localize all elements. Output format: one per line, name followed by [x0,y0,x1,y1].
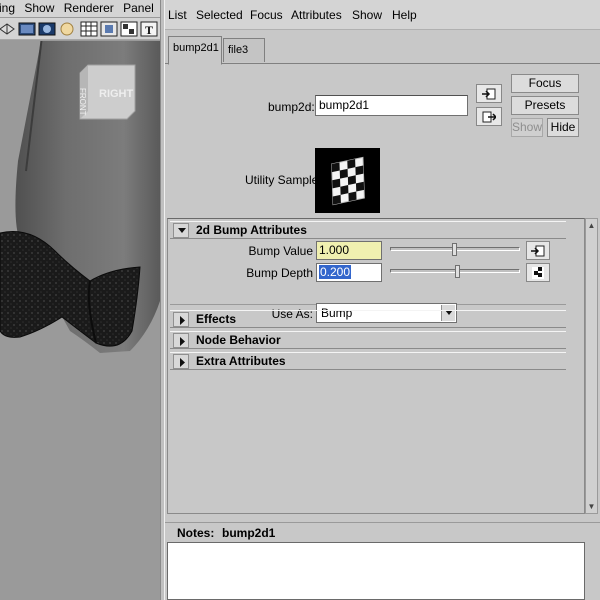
scroll-down-icon[interactable]: ▼ [586,502,597,511]
shaded-icon[interactable] [18,21,36,37]
focus-button[interactable]: Focus [511,74,579,93]
3d-scene[interactable]: RIGHT FRONT [0,41,160,600]
connected-input-icon [531,245,545,256]
bump-depth-slider-thumb[interactable] [454,265,460,278]
node-header: bump2d: bump2d1 Focus Presets Show Hide … [165,66,600,216]
grid-texture-icon[interactable] [120,21,138,37]
menu-renderer[interactable]: Renderer [61,0,117,17]
utility-sample-swatch[interactable] [315,148,380,213]
expand-arrow-icon[interactable] [173,354,189,369]
bump-value-slider-thumb[interactable] [452,243,457,256]
show-button[interactable]: Show [511,118,543,137]
viewport-menubar: nting Show Renderer Panel [0,0,160,17]
scroll-up-icon[interactable]: ▲ [586,221,597,230]
viewcube[interactable]: RIGHT FRONT [78,64,136,120]
menu-panels[interactable]: Panel [120,0,157,17]
notes-node-name: bump2d1 [222,526,276,540]
textured-icon[interactable] [38,21,56,37]
tab-file3[interactable]: file3 [223,38,265,62]
section-title: Extra Attributes [196,354,286,368]
section-title: 2d Bump Attributes [196,223,307,237]
node-tabs: bump2d1 file3 [165,36,600,65]
viewcube-label: RIGHT [99,88,134,100]
viewport-panel[interactable]: nting Show Renderer Panel T [0,0,160,600]
section-effects[interactable]: Effects [170,310,566,328]
viewport-toolbar: T [0,18,160,40]
svg-text:FRONT: FRONT [78,88,87,116]
bump-depth-label: Bump Depth [246,266,313,280]
bump-value-field[interactable]: 1.000 [316,241,382,260]
node-name-field[interactable]: bump2d1 [315,95,468,116]
node-type-label: bump2d: [268,100,315,114]
bump-attributes-body: Bump Value 1.000 Bump Depth 0.200 Use As… [170,241,566,323]
editor-menubar: List Selected Focus Attributes Show Help [165,0,600,30]
output-connections-button[interactable] [476,107,502,126]
utility-sample-label: Utility Sample [245,173,319,187]
input-connection-icon [482,88,496,99]
bump-depth-value: 0.200 [319,265,352,279]
section-extra-attributes[interactable]: Extra Attributes [170,352,566,370]
bump-value-map-button[interactable] [526,241,550,260]
svg-text:T: T [145,23,153,37]
section-title: Node Behavior [196,333,281,347]
isolate-icon[interactable] [100,21,118,37]
section-node-behavior[interactable]: Node Behavior [170,331,566,349]
attribute-editor: List Selected Focus Attributes Show Help… [165,0,600,600]
menu-help[interactable]: Help [392,8,417,22]
menu-selected[interactable]: Selected [196,8,243,22]
bump-value-label: Bump Value [248,244,313,258]
expand-arrow-icon[interactable] [173,333,189,348]
menu-attributes[interactable]: Attributes [291,8,342,22]
lighting-icon[interactable] [58,21,76,37]
xray-icon[interactable] [80,21,98,37]
output-connection-icon [482,111,496,122]
notes-label: Notes: [177,526,215,540]
wireframe-shaded-icon[interactable] [0,21,16,37]
notes-header: Notes: bump2d1 [165,522,600,542]
expand-arrow-icon[interactable] [173,312,189,327]
hide-button[interactable]: Hide [547,118,579,137]
menu-lighting[interactable]: nting [0,0,18,17]
bump-depth-map-button[interactable] [526,263,550,282]
bump-depth-field[interactable]: 0.200 [316,263,382,282]
section-title: Effects [196,312,237,326]
attribute-scroll-area[interactable]: 2d Bump Attributes Bump Value 1.000 Bump… [167,218,585,514]
input-connections-button[interactable] [476,84,502,103]
section-2d-bump-attributes[interactable]: 2d Bump Attributes [170,221,566,239]
menu-show[interactable]: Show [352,8,382,22]
tab-bump2d1[interactable]: bump2d1 [168,36,222,65]
collapse-arrow-icon[interactable] [173,223,189,238]
checker-map-icon [532,266,544,279]
presets-button[interactable]: Presets [511,96,579,115]
menu-list[interactable]: List [168,8,187,22]
notes-textarea[interactable] [167,542,585,600]
menu-focus[interactable]: Focus [250,8,283,22]
attribute-scrollbar[interactable]: ▲ ▼ [585,218,598,514]
menu-show[interactable]: Show [21,0,57,17]
text-icon[interactable]: T [140,21,158,37]
